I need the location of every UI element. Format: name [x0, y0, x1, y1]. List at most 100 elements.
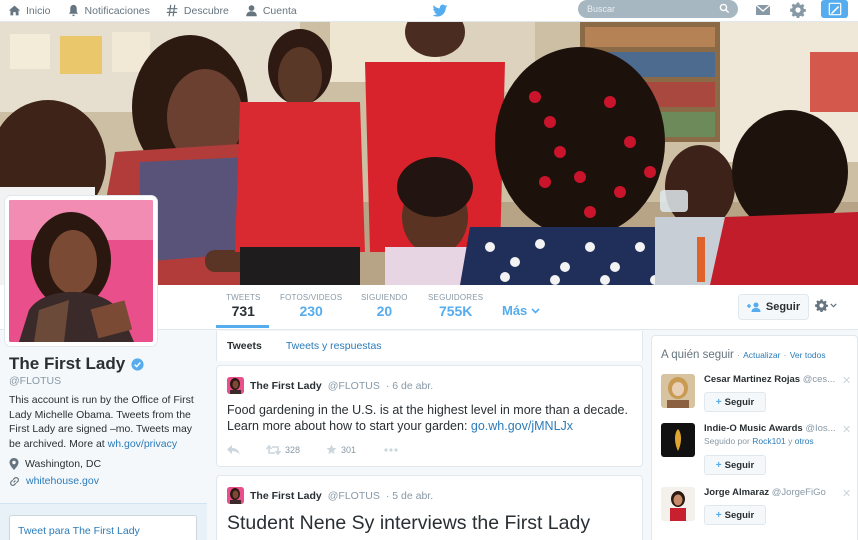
suggestion-follow-button[interactable]: + Seguir [704, 505, 766, 525]
suggestion-avatar[interactable] [661, 487, 695, 521]
followed-by-prefix: Seguido por [704, 436, 750, 446]
timeline-tabs: Tweets Tweets y respuestas [216, 331, 643, 361]
profile-avatar[interactable] [5, 196, 157, 346]
chevron-down-icon [531, 307, 540, 314]
suggestion-name[interactable]: Jorge Almaraz @JorgeFiGo [704, 487, 844, 498]
dismiss-icon[interactable]: ✕ [842, 374, 851, 387]
tweet-avatar[interactable] [227, 377, 244, 394]
who-to-follow-title: A quién seguir [661, 349, 734, 361]
search-box[interactable] [578, 0, 738, 18]
user-icon [246, 5, 257, 17]
messages-icon[interactable] [755, 2, 771, 18]
nav-discover[interactable]: Descubre [166, 0, 229, 22]
profile-handle: @FLOTUS [9, 375, 62, 387]
tweet-actions: 328 301 [227, 444, 398, 455]
tweet-item[interactable]: The First Lady @FLOTUS · 5 de abr. Stude… [216, 475, 643, 540]
stat-following-label: SIGUIENDO [361, 293, 408, 302]
suggestion-follow-label: Seguir [724, 459, 755, 471]
suggestion-name[interactable]: Indie-O Music Awards @Ios... [704, 423, 844, 434]
view-all-link[interactable]: Ver todos [790, 350, 826, 360]
tweet-to-input[interactable]: Tweet para The First Lady [9, 515, 197, 540]
tweet-author-handle[interactable]: @FLOTUS [328, 380, 380, 392]
tweet-date[interactable]: · 5 de abr. [386, 490, 433, 502]
tab-tweets-and-replies[interactable]: Tweets y respuestas [286, 340, 382, 352]
more-actions[interactable] [384, 447, 398, 452]
bio-link[interactable]: wh.gov/privacy [108, 438, 177, 450]
more-menu[interactable]: Más [502, 303, 540, 318]
avatar-image [9, 200, 153, 342]
suggestion-handle: @Ios... [805, 423, 836, 434]
suggestion-avatar[interactable] [661, 374, 695, 408]
stat-followers[interactable]: SEGUIDORES 755K [428, 293, 483, 319]
stat-followers-value: 755K [438, 303, 473, 319]
stat-following-value: 20 [376, 303, 393, 319]
tweet-author-name[interactable]: The First Lady [250, 490, 322, 502]
tweet-item[interactable]: The First Lady @FLOTUS · 6 de abr. Food … [216, 365, 643, 467]
twitter-bird-icon[interactable] [432, 3, 448, 19]
tweet-text: Student Nene Sy interviews the First Lad… [227, 512, 591, 534]
search-input[interactable] [587, 4, 707, 14]
suggestion-avatar[interactable] [661, 423, 695, 457]
suggestion-follow-button[interactable]: + Seguir [704, 392, 766, 412]
active-tab-indicator [216, 325, 269, 328]
suggestion-handle: @JorgeFiGo [771, 487, 826, 498]
stat-photos[interactable]: FOTOS/VIDEOS 230 [280, 293, 342, 319]
nav-account[interactable]: Cuenta [245, 0, 297, 22]
suggestion-name[interactable]: Cesar Martinez Rojas @ces... [704, 374, 844, 385]
followed-by-link[interactable]: Rock101 [752, 436, 786, 446]
retweet-action[interactable]: 328 [266, 444, 301, 455]
suggestion-fullname: Cesar Martinez Rojas [704, 374, 801, 385]
stat-photos-value: 230 [299, 303, 323, 319]
nav-home[interactable]: Inicio [8, 0, 51, 22]
tab-tweets[interactable]: Tweets [227, 340, 262, 352]
tweet-author-name[interactable]: The First Lady [250, 380, 322, 392]
tweet-link[interactable]: go.wh.gov/jMNLJx [471, 419, 573, 433]
reply-action[interactable] [227, 444, 240, 455]
who-to-follow-module: A quién seguir · Actualizar · Ver todos … [651, 335, 858, 540]
profile-name: The First Lady [9, 354, 144, 374]
title-separator: · [737, 350, 740, 360]
followed-by-text: Seguido por Rock101 y otros [704, 436, 814, 446]
tweet-avatar[interactable] [227, 487, 244, 504]
tweet-date[interactable]: · 6 de abr. [386, 380, 433, 392]
nav-notifications[interactable]: Notificaciones [67, 0, 150, 22]
favorite-count: 301 [341, 444, 357, 455]
suggestion-follow-button[interactable]: + Seguir [704, 455, 766, 475]
profile-name-text: The First Lady [9, 354, 126, 373]
tweet-text: Food gardening in the U.S. is at the hig… [227, 402, 632, 434]
verified-badge-icon [131, 357, 144, 371]
refresh-link[interactable]: Actualizar [743, 350, 780, 360]
search-icon[interactable] [719, 3, 730, 14]
profile-settings-menu[interactable] [815, 299, 837, 312]
stat-following[interactable]: SIGUIENDO 20 [361, 293, 408, 319]
compose-tweet-button[interactable] [821, 0, 848, 18]
stat-tweets-value: 731 [231, 303, 255, 319]
who-to-follow-header: A quién seguir · Actualizar · Ver todos [661, 349, 826, 361]
website-link[interactable]: whitehouse.gov [26, 475, 99, 487]
suggestion-follow-label: Seguir [724, 509, 755, 521]
stat-tweets-label: TWEETS [226, 293, 261, 302]
gear-icon[interactable] [790, 2, 806, 18]
more-label: Más [502, 303, 528, 318]
link-icon [10, 476, 19, 486]
follow-button[interactable]: Seguir [738, 294, 809, 320]
quill-icon [828, 2, 841, 16]
followed-by-others-link[interactable]: otros [795, 436, 814, 446]
bell-icon [68, 4, 78, 17]
dismiss-icon[interactable]: ✕ [842, 487, 851, 500]
gear-icon [815, 299, 828, 312]
retweet-count: 328 [285, 444, 301, 455]
favorite-action[interactable]: 301 [326, 444, 356, 455]
home-icon [8, 5, 21, 16]
dismiss-icon[interactable]: ✕ [842, 423, 851, 436]
tweet-to-module: Tweet para The First Lady [0, 503, 207, 540]
follow-user-icon [746, 302, 761, 312]
chevron-down-icon [830, 303, 837, 308]
tweet-header: The First Lady @FLOTUS · 6 de abr. [227, 377, 433, 394]
stat-tweets[interactable]: TWEETS 731 [226, 293, 261, 319]
suggestion-fullname: Indie-O Music Awards [704, 423, 803, 434]
suggestion-follow-label: Seguir [724, 396, 755, 408]
follow-plus-icon: + [715, 459, 722, 471]
tweet-author-handle[interactable]: @FLOTUS [328, 490, 380, 502]
nav-account-label: Cuenta [262, 4, 297, 17]
